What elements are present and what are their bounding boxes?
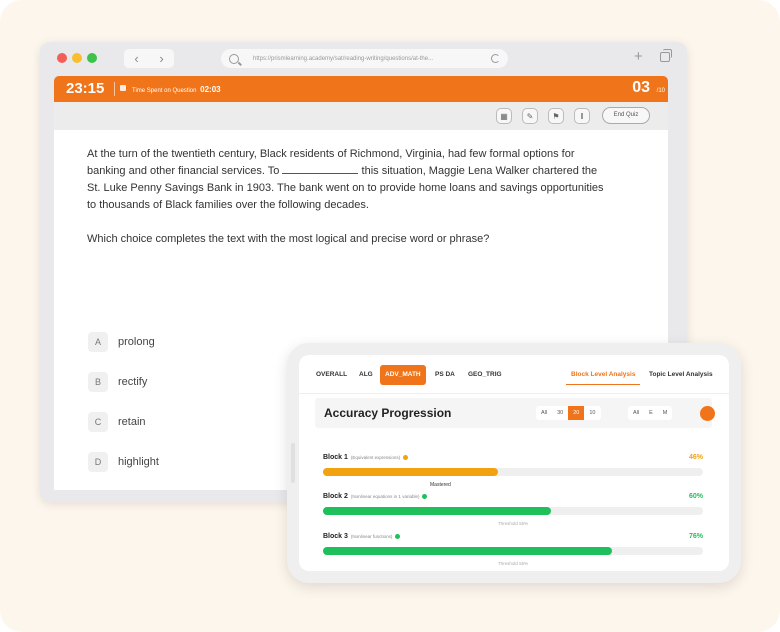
choice-letter: C xyxy=(88,412,108,432)
pause-icon[interactable]: ‖ xyxy=(574,108,590,124)
end-quiz-button[interactable]: End Quiz xyxy=(602,107,650,124)
mastered-badge: Mastered xyxy=(427,481,454,489)
progress-track xyxy=(323,507,703,515)
header-divider xyxy=(114,82,115,96)
time-spent-label: Time Spent on Question xyxy=(132,88,197,94)
block-percent: 60% xyxy=(688,493,703,500)
status-dot-icon xyxy=(395,533,401,539)
block-title: Block 2 (Nonlinear equations in 1 variabl… xyxy=(323,493,428,500)
choice-text: retain xyxy=(118,416,146,428)
tabs-overview-icon[interactable] xyxy=(660,49,672,62)
tab-topic-analysis[interactable]: Topic Level Analysis xyxy=(644,365,718,385)
range-30[interactable]: 30 xyxy=(552,406,568,420)
reload-icon[interactable] xyxy=(491,54,500,63)
back-arrow-icon[interactable]: ‹ xyxy=(134,52,138,65)
quiz-toolbar: ▦ ✎ ⚑ ‖ End Quiz xyxy=(54,102,668,130)
tab-geo-trig[interactable]: GEO_TRIG xyxy=(463,365,507,385)
block-topic: (Nonlinear equations in 1 variable) xyxy=(350,494,420,499)
tab-adv-math[interactable]: ADV_MATH xyxy=(380,365,426,385)
accuracy-header: Accuracy Progression All 30 20 10 All E … xyxy=(315,398,715,428)
tab-ps-da[interactable]: PS DA xyxy=(430,365,460,385)
status-dot-icon xyxy=(403,454,409,460)
tablet-camera xyxy=(291,443,295,483)
difficulty-hard-toggle[interactable] xyxy=(700,406,715,421)
question-prompt: Which choice completes the text with the… xyxy=(87,233,490,245)
threshold-label: Threshold 55% xyxy=(497,521,529,526)
minimize-window-button[interactable] xyxy=(72,53,82,63)
calculator-icon[interactable]: ▦ xyxy=(496,108,512,124)
block-name: Block 1 xyxy=(323,454,348,461)
passage-line-1: At the turn of the twentieth century, Bl… xyxy=(87,148,575,160)
difficulty-easy[interactable]: E xyxy=(644,406,658,420)
nav-buttons: ‹ › xyxy=(124,49,174,68)
forward-arrow-icon[interactable]: › xyxy=(159,52,163,65)
choice-letter: D xyxy=(88,452,108,472)
time-spent: Time Spent on Question 02:03 xyxy=(132,85,221,94)
status-dot-icon xyxy=(422,493,428,499)
difficulty-selector: All E M xyxy=(628,406,673,420)
url-text[interactable]: https://prismlearning.academy/sat/readin… xyxy=(253,56,433,62)
flag-icon[interactable]: ⚑ xyxy=(548,108,564,124)
progress-track xyxy=(323,547,703,555)
range-selector: All 30 20 10 xyxy=(536,406,601,420)
question-number: 03 xyxy=(632,79,650,96)
range-20[interactable]: 20 xyxy=(568,406,585,420)
block-topic: (Nonlinear functions) xyxy=(350,534,393,539)
choice-text: prolong xyxy=(118,336,155,348)
choice-b[interactable]: B rectify xyxy=(88,372,147,392)
block-percent: 46% xyxy=(688,454,703,461)
page-background: ‹ › https://prismlearning.academy/sat/re… xyxy=(0,0,780,632)
accuracy-title: Accuracy Progression xyxy=(324,406,452,420)
tab-block-analysis[interactable]: Block Level Analysis xyxy=(566,365,641,385)
difficulty-all[interactable]: All xyxy=(628,406,644,420)
block-name: Block 3 xyxy=(323,533,348,540)
passage-line-2a: banking and other financial services. To xyxy=(87,165,280,177)
range-10[interactable]: 10 xyxy=(584,406,600,420)
analysis-panel: OVERALL ALG ADV_MATH PS DA GEO_TRIG Bloc… xyxy=(299,355,729,571)
quiz-header: 23:15 Time Spent on Question 02:03 03 /1… xyxy=(54,76,668,102)
progress-fill xyxy=(323,507,551,515)
new-tab-button[interactable]: + xyxy=(634,48,643,65)
choice-letter: B xyxy=(88,372,108,392)
block-title: Block 1 (Equivalent expressions) xyxy=(323,454,409,461)
block-title: Block 3 (Nonlinear functions) xyxy=(323,533,401,540)
threshold-label: Threshold 55% xyxy=(497,561,529,566)
address-bar[interactable]: https://prismlearning.academy/sat/readin… xyxy=(221,49,508,68)
progress-fill xyxy=(323,468,498,476)
subject-tabs: OVERALL ALG ADV_MATH PS DA GEO_TRIG Bloc… xyxy=(299,365,729,387)
close-window-button[interactable] xyxy=(57,53,67,63)
choice-letter: A xyxy=(88,332,108,352)
choice-text: highlight xyxy=(118,456,159,468)
block-percent: 76% xyxy=(688,533,703,540)
choice-text: rectify xyxy=(118,376,148,388)
choice-d[interactable]: D highlight xyxy=(88,452,159,472)
passage-line-3: St. Luke Penny Savings Bank in 1903. The… xyxy=(87,182,604,194)
search-icon xyxy=(229,53,239,64)
progress-track xyxy=(323,468,703,476)
browser-titlebar: ‹ › https://prismlearning.academy/sat/re… xyxy=(40,42,687,75)
time-spent-value: 02:03 xyxy=(200,85,221,94)
maximize-window-button[interactable] xyxy=(87,53,97,63)
difficulty-medium[interactable]: M xyxy=(658,406,673,420)
tab-overall[interactable]: OVERALL xyxy=(311,365,352,385)
progress-fill xyxy=(323,547,612,555)
tabs-divider xyxy=(299,393,729,394)
answer-blank xyxy=(282,164,359,174)
clock-icon xyxy=(120,85,126,91)
choice-c[interactable]: C retain xyxy=(88,412,146,432)
tablet-device: OVERALL ALG ADV_MATH PS DA GEO_TRIG Bloc… xyxy=(287,343,741,583)
choice-a[interactable]: A prolong xyxy=(88,332,155,352)
block-topic: (Equivalent expressions) xyxy=(350,455,401,460)
quiz-timer: 23:15 xyxy=(66,80,105,97)
tab-alg[interactable]: ALG xyxy=(354,365,378,385)
range-all[interactable]: All xyxy=(536,406,552,420)
passage-text: At the turn of the twentieth century, Bl… xyxy=(87,146,647,214)
block-name: Block 2 xyxy=(323,493,348,500)
passage-line-2b: this situation, Maggie Lena Walker chart… xyxy=(361,165,598,177)
passage-line-4: to thousands of Black families over the … xyxy=(87,199,369,211)
reference-sheet-icon[interactable]: ✎ xyxy=(522,108,538,124)
question-total: /10 xyxy=(656,88,665,94)
